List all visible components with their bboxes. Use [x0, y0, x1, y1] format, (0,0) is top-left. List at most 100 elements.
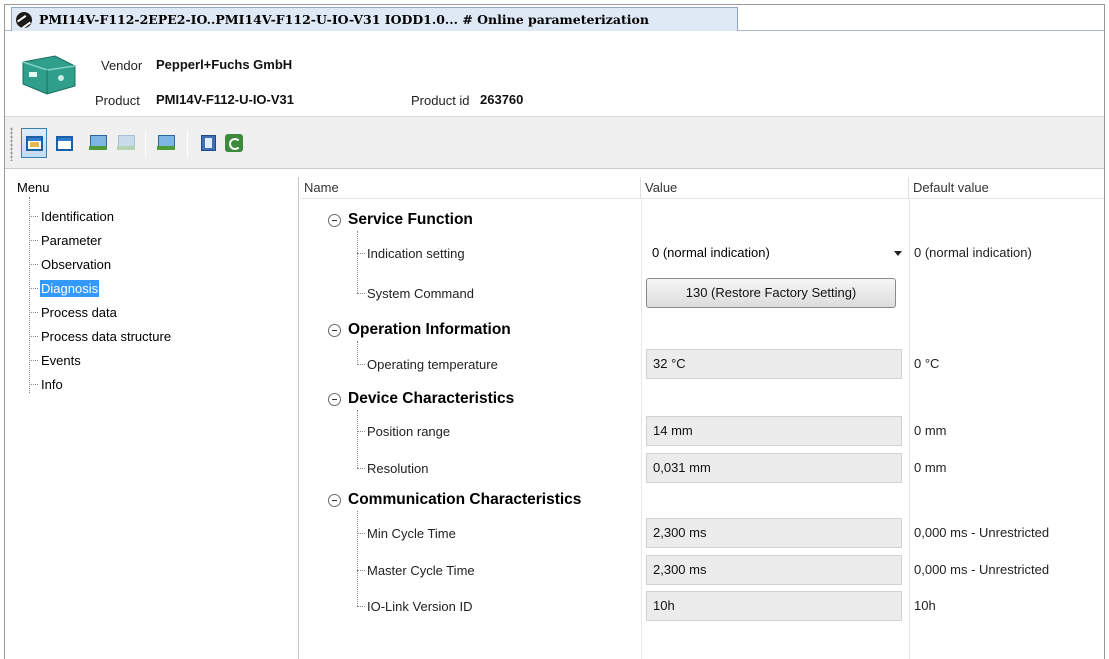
section-title: Device Characteristics [348, 390, 515, 407]
io-link-version-id-value: 10h [646, 591, 902, 621]
tree-item-events[interactable]: Events [29, 351, 82, 369]
param-name: Operating temperature [367, 356, 498, 372]
param-row: IO-Link Version ID [357, 596, 473, 616]
default-value: 0 °C [914, 356, 940, 371]
vendor-label: Vendor [101, 58, 143, 73]
position-range-value: 14 mm [646, 416, 902, 446]
collapse-icon[interactable] [328, 493, 341, 507]
tree-item-label: Diagnosis [40, 279, 100, 297]
toolbar-grip[interactable] [10, 127, 13, 161]
device-tool-icon [16, 11, 32, 28]
section-service-function[interactable]: Service Function [328, 209, 473, 231]
tree-item-observation[interactable]: Observation [29, 255, 112, 273]
tree-item-label: Observation [41, 256, 112, 272]
dropdown-value: 0 (normal indication) [652, 245, 770, 260]
tree-item-diagnosis[interactable]: Diagnosis [29, 279, 100, 297]
tree-item-label: Process data structure [41, 328, 172, 344]
device-compare-icon [157, 135, 175, 151]
device-image-icon [22, 55, 76, 95]
section-title: Operation Information [348, 321, 511, 338]
section-title: Communication Characteristics [348, 491, 582, 508]
min-cycle-time-value: 2,300 ms [646, 518, 902, 548]
tab-title: PMI14V-F112-2EPE2-IO..PMI14V-F112-U-IO-V… [39, 12, 649, 27]
collapse-icon[interactable] [328, 323, 341, 337]
default-value: 0 (normal indication) [914, 245, 1032, 260]
column-divider [641, 199, 642, 659]
operating-temperature-value: 32 °C [646, 349, 902, 379]
tree-item-parameter[interactable]: Parameter [29, 231, 103, 249]
collapse-icon[interactable] [328, 392, 341, 406]
tree-item-label: Identification [41, 208, 114, 224]
window-split-icon [55, 135, 73, 151]
tab-strip: PMI14V-F112-2EPE2-IO..PMI14V-F112-U-IO-V… [5, 5, 1104, 31]
upload-device-icon [89, 135, 107, 151]
refresh-button[interactable] [221, 128, 247, 158]
tree-item-process-data-structure[interactable]: Process data structure [29, 327, 172, 345]
device-header: Vendor Pepperl+Fuchs GmbH Product PMI14V… [5, 32, 1104, 116]
vendor-value: Pepperl+Fuchs GmbH [156, 57, 293, 72]
view-split-button[interactable] [51, 128, 77, 158]
param-row: Indication setting [357, 243, 465, 263]
refresh-icon [225, 134, 243, 152]
toolbar-separator [145, 131, 146, 157]
master-cycle-time-value: 2,300 ms [646, 555, 902, 585]
app-window: PMI14V-F112-2EPE2-IO..PMI14V-F112-U-IO-V… [4, 4, 1105, 659]
toolbar-separator [187, 131, 188, 157]
param-row: Resolution [357, 458, 428, 478]
tree-item-label: Process data [41, 304, 117, 320]
column-divider [909, 199, 910, 659]
download-to-device-button[interactable] [113, 128, 139, 158]
collapse-icon[interactable] [328, 213, 341, 227]
param-name: Resolution [367, 460, 429, 476]
view-window-button[interactable] [21, 128, 47, 158]
upload-from-device-button[interactable] [85, 128, 111, 158]
product-value: PMI14V-F112-U-IO-V31 [156, 92, 294, 107]
tree-item-info[interactable]: Info [29, 375, 64, 393]
product-id-value: 263760 [480, 92, 524, 107]
parameter-grid: Name Value Default value Service Functio… [300, 177, 1104, 659]
param-name: Master Cycle Time [367, 562, 475, 578]
default-value: 0 mm [914, 460, 947, 475]
indication-setting-dropdown[interactable]: 0 (normal indication) [646, 240, 908, 266]
param-row: Master Cycle Time [357, 560, 475, 580]
toolbar [5, 116, 1104, 169]
param-name: IO-Link Version ID [367, 598, 473, 614]
menu-tree: Menu Identification Parameter Observatio… [5, 177, 299, 659]
section-operation-information[interactable]: Operation Information [328, 319, 511, 341]
param-name: Indication setting [367, 245, 465, 261]
panel-icon [200, 135, 216, 151]
tree-item-identification[interactable]: Identification [29, 207, 115, 225]
tree-item-process-data[interactable]: Process data [29, 303, 118, 321]
param-name: Min Cycle Time [367, 525, 456, 541]
system-command-button[interactable]: 130 (Restore Factory Setting) [646, 278, 896, 308]
tab-online-parameterization[interactable]: PMI14V-F112-2EPE2-IO..PMI14V-F112-U-IO-V… [11, 7, 738, 31]
column-header-value[interactable]: Value [641, 177, 909, 199]
param-row: Operating temperature [357, 354, 498, 374]
section-communication-characteristics[interactable]: Communication Characteristics [328, 489, 581, 511]
section-device-characteristics[interactable]: Device Characteristics [328, 388, 514, 410]
resolution-value: 0,031 mm [646, 453, 902, 483]
window-icon [25, 135, 43, 151]
chevron-down-icon [894, 251, 902, 256]
tree-item-label: Events [41, 352, 81, 368]
param-name: System Command [367, 285, 474, 301]
default-value: 0,000 ms - Unrestricted [914, 562, 1050, 577]
tree-item-label: Parameter [41, 232, 102, 248]
param-row: Position range [357, 421, 450, 441]
product-id-label: Product id [411, 93, 470, 108]
tree-root-menu[interactable]: Menu [17, 180, 50, 195]
column-header-default[interactable]: Default value [909, 177, 1104, 199]
download-device-icon [117, 135, 135, 151]
section-title: Service Function [348, 211, 473, 228]
default-value: 0,000 ms - Unrestricted [914, 525, 1050, 540]
default-value: 0 mm [914, 423, 947, 438]
column-header-name[interactable]: Name [300, 177, 641, 199]
tree-item-label: Info [41, 376, 63, 392]
param-row: Min Cycle Time [357, 523, 456, 543]
panel-button[interactable] [195, 128, 221, 158]
param-row: System Command [357, 283, 474, 303]
param-name: Position range [367, 423, 451, 439]
default-value: 10h [914, 598, 936, 613]
device-compare-button[interactable] [153, 128, 179, 158]
product-label: Product [95, 93, 140, 108]
